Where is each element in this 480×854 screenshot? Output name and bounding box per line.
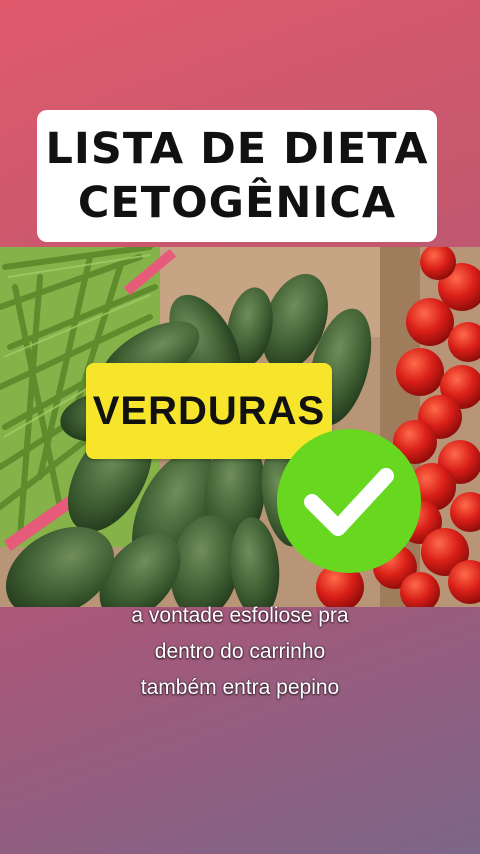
title-card: LISTA DE DIETA CETOGÊNICA	[37, 110, 437, 242]
title-line-2: CETOGÊNICA	[77, 178, 397, 228]
subtitle-caption: a vontade esfoliose pra dentro do carrin…	[0, 598, 480, 706]
caption-line-1: a vontade esfoliose pra	[131, 604, 349, 627]
category-badge-label: VERDURAS	[92, 388, 326, 433]
caption-line-3: também entra pepino	[140, 676, 340, 699]
caption-line-2: dentro do carrinho	[154, 640, 326, 663]
title-line-1: LISTA DE DIETA	[45, 124, 429, 174]
check-circle-icon	[276, 428, 422, 574]
